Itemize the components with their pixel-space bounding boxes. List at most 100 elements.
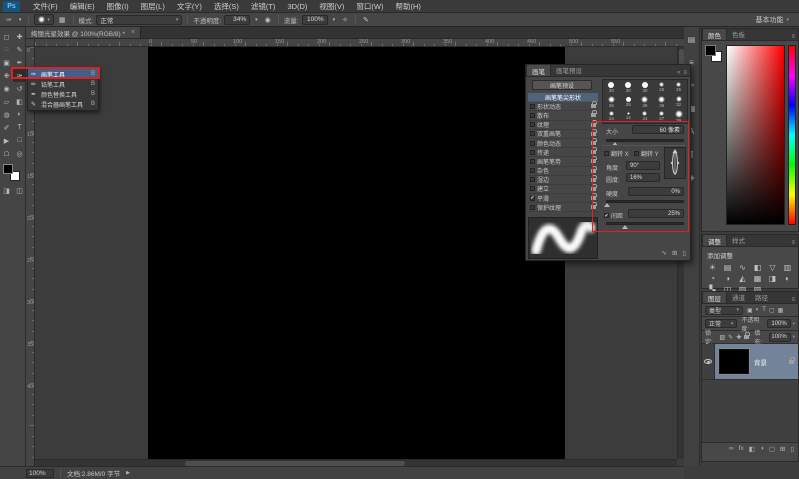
brush-tip-12[interactable]: 24 <box>637 109 654 123</box>
curves-icon[interactable]: ∿ <box>735 262 750 273</box>
lock-icon[interactable] <box>591 138 597 146</box>
brightness-contrast-icon[interactable]: ☀ <box>705 262 720 273</box>
workspace-switcher-button[interactable]: 基本功能 ▾ <box>749 15 795 25</box>
brush-tip-9[interactable]: 32 <box>670 95 687 110</box>
spacing-slider-thumb[interactable] <box>622 225 628 229</box>
menu-item-5[interactable]: 选择(S) <box>208 0 245 13</box>
new-layer-icon[interactable]: ⊞ <box>780 445 785 453</box>
option-checkbox[interactable] <box>530 103 535 109</box>
delete-layer-icon[interactable]: ▯ <box>790 445 794 453</box>
clone-stamp-tool[interactable]: ◉ <box>0 82 13 95</box>
brush-tip-2[interactable]: 30 <box>637 80 654 95</box>
layer-row-main[interactable]: 背景 <box>715 344 798 379</box>
exposure-icon[interactable]: ◧ <box>750 262 765 273</box>
brush-tool-preset-icon[interactable]: ✑ <box>4 16 14 24</box>
tab-color[interactable]: 颜色 <box>702 28 727 40</box>
screen-mode-icon[interactable]: ◫ <box>13 184 26 197</box>
hue-saturation-icon[interactable]: ▥ <box>780 262 795 273</box>
rectangular-marquee-tool[interactable]: ◻ <box>0 30 13 43</box>
menu-item-7[interactable]: 3D(D) <box>281 0 313 13</box>
layer-visibility-cell[interactable] <box>702 344 715 379</box>
delete-brush-icon[interactable]: ▯ <box>682 249 686 257</box>
blur-tool[interactable]: ◍ <box>0 108 13 121</box>
tab-adjustments[interactable]: 调整 <box>702 234 727 246</box>
layer-filter-dropdown[interactable]: 类型 ▾ <box>705 305 743 315</box>
hue-ramp[interactable] <box>788 45 796 225</box>
zoom-tool[interactable]: ◎ <box>13 147 26 160</box>
brush-tip-6[interactable]: 25 <box>620 95 637 110</box>
option-checkbox[interactable] <box>530 158 535 164</box>
invert-icon[interactable]: ◐ <box>780 273 795 284</box>
create-new-brush-icon[interactable]: ⊞ <box>672 249 677 257</box>
brush-tip-8[interactable]: 36 <box>653 95 670 110</box>
option-checkbox[interactable] <box>530 140 535 146</box>
crop-tool[interactable]: ▣ <box>0 56 13 69</box>
add-layer-mask-icon[interactable]: ◧ <box>749 445 755 453</box>
quick-selection-tool[interactable]: ✎ <box>13 43 26 56</box>
option-checkbox[interactable] <box>530 112 535 118</box>
brush-tip-3[interactable]: 25 <box>653 80 670 95</box>
brush-tool[interactable]: ✑ <box>13 69 26 82</box>
menu-item-9[interactable]: 窗口(W) <box>350 0 389 13</box>
new-group-icon[interactable]: ▢ <box>769 445 775 453</box>
link-layers-icon[interactable]: ∞ <box>729 445 734 452</box>
menu-item-1[interactable]: 编辑(E) <box>64 0 101 13</box>
blend-mode-dropdown[interactable]: 正常 ▾ <box>96 14 183 25</box>
flip-x-checkbox[interactable]: 翻转 X <box>604 149 629 158</box>
collapse-panel-icon[interactable]: « <box>677 70 680 76</box>
filter-pixel-layers-icon[interactable]: ▣ <box>747 307 753 314</box>
lock-position-icon[interactable]: ✚ <box>736 334 741 341</box>
photo-filter-icon[interactable]: ◭ <box>735 273 750 284</box>
layer-opacity-field[interactable]: 100% <box>767 319 791 328</box>
history-panel-icon[interactable]: ▤ <box>686 33 698 45</box>
layer-style-icon[interactable]: fx <box>739 445 744 452</box>
lock-icon[interactable] <box>591 110 597 118</box>
layer-visibility-eye-icon[interactable] <box>704 359 712 364</box>
option-checkbox[interactable] <box>530 122 535 128</box>
tab-styles[interactable]: 样式 <box>727 234 750 246</box>
panel-menu-icon[interactable]: ≡ <box>683 70 687 76</box>
panel-menu-icon[interactable]: ≡ <box>791 240 798 246</box>
flip-y-checkbox[interactable]: 翻转 Y <box>634 149 659 158</box>
eyedropper-tool[interactable]: ✒ <box>13 56 26 69</box>
brush-option-11[interactable]: 保护纹理 <box>528 202 598 213</box>
color-lookup-icon[interactable]: ◨ <box>765 273 780 284</box>
dodge-tool[interactable]: ◐ <box>13 108 26 121</box>
lock-icon[interactable] <box>591 128 597 136</box>
panel-menu-icon[interactable]: ≡ <box>791 34 798 40</box>
type-tool[interactable]: T <box>13 121 26 134</box>
tab-brush[interactable]: 画笔 <box>526 64 551 76</box>
status-options-arrow-icon[interactable]: ▶ <box>126 470 130 476</box>
brush-tip-7[interactable]: 36 <box>637 95 654 110</box>
panel-menu-icon[interactable]: ≡ <box>791 297 798 303</box>
new-adjustment-layer-icon[interactable]: ◑ <box>760 445 764 452</box>
move-tool[interactable]: ✚ <box>13 30 26 43</box>
brush-tip-11[interactable]: 14 <box>620 109 637 123</box>
brush-tip-4[interactable]: 25 <box>670 80 687 95</box>
lock-transparent-pixels-icon[interactable]: ▨ <box>720 334 726 341</box>
filter-smart-objects-icon[interactable]: ▦ <box>778 307 784 314</box>
spacing-field[interactable]: 25% <box>628 209 684 218</box>
shape-tool[interactable]: □ <box>13 134 26 147</box>
horizontal-scrollbar[interactable] <box>35 459 677 466</box>
levels-icon[interactable]: ▤ <box>720 262 735 273</box>
brush-preset-picker[interactable]: ▾ <box>34 14 54 25</box>
flyout-item-3[interactable]: ✎ 混合器画笔工具 B <box>28 99 98 109</box>
flyout-item-0[interactable]: ✑ 画笔工具 B <box>28 69 98 79</box>
spacing-checkbox[interactable]: ✔ 间距 <box>604 211 623 220</box>
brush-tip-1[interactable]: 30 <box>620 80 637 95</box>
tablet-pressure-opacity-icon[interactable]: ◉ <box>263 16 273 24</box>
option-checkbox[interactable] <box>530 168 535 174</box>
close-document-icon[interactable]: × <box>131 29 135 36</box>
filter-adjustment-layers-icon[interactable]: ◐ <box>756 307 760 314</box>
menu-item-2[interactable]: 图像(I) <box>101 0 135 13</box>
foreground-color-swatch[interactable] <box>705 45 716 56</box>
eraser-tool[interactable]: ▱ <box>0 95 13 108</box>
tab-swatches[interactable]: 色板 <box>727 28 750 40</box>
hardness-slider-thumb[interactable] <box>604 203 610 207</box>
airbrush-icon[interactable]: ✧ <box>340 16 350 24</box>
color-swatches[interactable] <box>3 164 23 182</box>
menu-item-8[interactable]: 视图(V) <box>313 0 350 13</box>
size-field[interactable]: 60 像素 <box>632 125 684 134</box>
lock-icon[interactable] <box>591 156 597 164</box>
